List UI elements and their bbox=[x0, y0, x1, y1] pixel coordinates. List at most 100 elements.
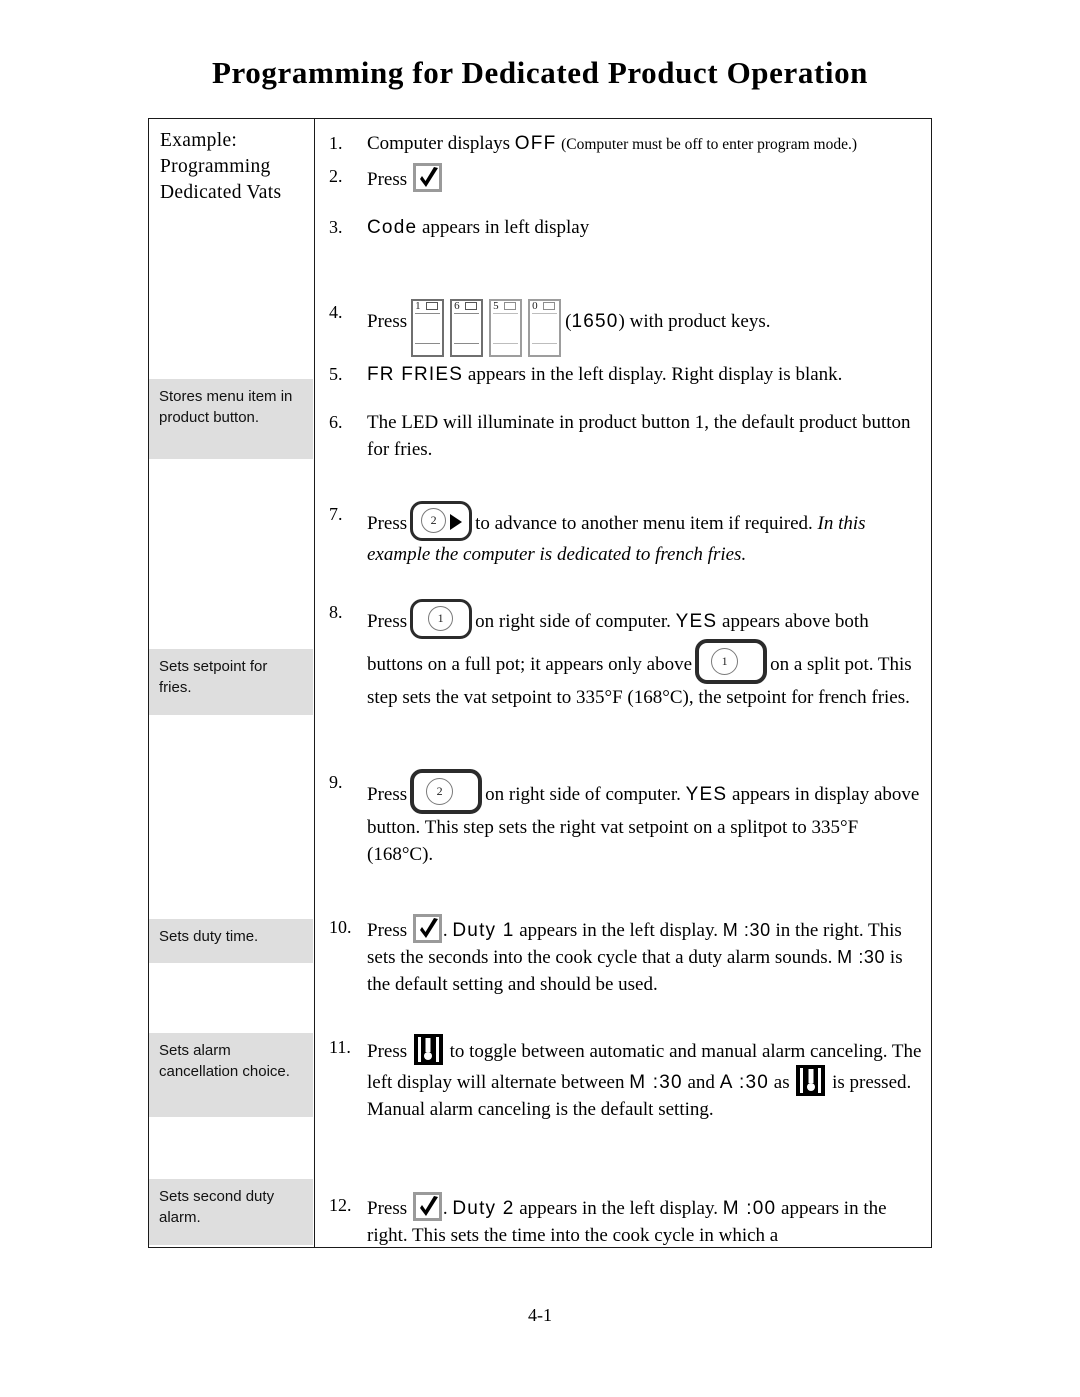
button-digit: 2 bbox=[421, 508, 447, 533]
step-10-text-b: . bbox=[442, 920, 448, 941]
step-5-body: FR FRIES appears in the left display. Ri… bbox=[367, 361, 929, 388]
step-11-text-c: and bbox=[687, 1072, 715, 1093]
note-stores-menu-item: Stores menu item in product button. bbox=[149, 379, 313, 459]
product-key-6-led bbox=[465, 302, 478, 310]
step-7-body: Press 2 to advance to another menu item … bbox=[367, 501, 927, 568]
checkmark-button-icon[interactable] bbox=[412, 163, 442, 192]
product-key-1[interactable]: 1 bbox=[411, 299, 445, 357]
step-3-number: 3. bbox=[329, 217, 343, 237]
menu-advance-button-2-icon[interactable]: 2 bbox=[410, 501, 473, 541]
step-2: 2. Press bbox=[329, 163, 929, 193]
product-key-1-divider bbox=[415, 313, 441, 315]
step-1: 1. Computer displays OFF (Computer must … bbox=[329, 130, 919, 158]
step-12: 12. Press . Duty 2 appears in the left d… bbox=[329, 1192, 929, 1249]
step-8: 8. Press 1 on right side of computer. YE… bbox=[329, 599, 929, 711]
step-12-display-duty-2: Duty 2 bbox=[452, 1198, 515, 1219]
step-2-body: Press bbox=[367, 163, 929, 193]
page-title: Programming for Dedicated Product Operat… bbox=[211, 55, 869, 90]
product-key-1-label: 1 bbox=[415, 300, 421, 312]
step-10-display-m30-default: M :30 bbox=[837, 947, 886, 967]
step-2-number: 2. bbox=[329, 166, 343, 186]
step-3-display-code: Code bbox=[367, 217, 418, 238]
step-5-number: 5. bbox=[329, 364, 343, 384]
step-7: 7. Press 2 to advance to another menu it… bbox=[329, 501, 927, 568]
alarm-icon-dot bbox=[424, 1052, 433, 1060]
alarm-icon-dot bbox=[806, 1083, 815, 1091]
product-key-6-divider-2 bbox=[454, 342, 480, 344]
note-sets-setpoint: Sets setpoint for fries. bbox=[149, 649, 313, 715]
product-key-5-led bbox=[504, 302, 517, 310]
check-glyph bbox=[419, 1196, 438, 1216]
alarm-icon-right-slot bbox=[818, 1068, 822, 1093]
check-glyph bbox=[419, 918, 438, 938]
step-8-text-b: on right side of computer. bbox=[475, 611, 671, 632]
product-key-5-label: 5 bbox=[493, 300, 499, 312]
product-key-5[interactable]: 5 bbox=[489, 299, 523, 357]
step-11-display-m30: M :30 bbox=[629, 1072, 683, 1093]
product-key-1-divider-2 bbox=[415, 342, 441, 344]
alarm-icon-bar bbox=[425, 1038, 431, 1052]
step-5-display-fr-fries: FR FRIES bbox=[367, 364, 464, 385]
check-glyph bbox=[419, 167, 438, 187]
step-11-display-a30: A :30 bbox=[719, 1072, 770, 1093]
step-9-text-a: Press bbox=[367, 784, 408, 805]
step-6-number: 6. bbox=[329, 412, 343, 432]
step-1-display-off: OFF bbox=[514, 133, 557, 154]
step-4-code-close: ) bbox=[618, 311, 625, 332]
step-3-body: Code appears in left display bbox=[367, 214, 929, 241]
step-10-body: Press . Duty 1 appears in the left displ… bbox=[367, 914, 929, 998]
step-9-text-b: on right side of computer. bbox=[485, 784, 681, 805]
vat-button-2-icon[interactable]: 2 bbox=[410, 769, 483, 814]
step-11-number: 11. bbox=[329, 1037, 351, 1057]
product-key-0-led bbox=[543, 302, 556, 310]
step-4-text-a: Press bbox=[367, 311, 408, 332]
step-6: 6. The LED will illuminate in product bu… bbox=[329, 409, 919, 463]
step-1-text-a: Computer displays bbox=[367, 133, 511, 154]
step-11-body: Press to toggle between automatic and ma… bbox=[367, 1034, 929, 1123]
product-key-0-divider-2 bbox=[532, 342, 558, 344]
step-4-number: 4. bbox=[329, 302, 343, 322]
note-sets-second-duty-alarm: Sets second duty alarm. bbox=[149, 1179, 313, 1245]
step-4-body: Press 1 6 5 0 (1650) with product keys. bbox=[367, 299, 929, 357]
step-7-number: 7. bbox=[329, 504, 343, 524]
product-key-0[interactable]: 0 bbox=[528, 299, 562, 357]
step-2-text-a: Press bbox=[367, 169, 408, 190]
instruction-table: Example: Programming Dedicated Vats Stor… bbox=[148, 118, 932, 1248]
step-8-display-yes: YES bbox=[675, 611, 718, 632]
step-10-display-duty-1: Duty 1 bbox=[452, 920, 515, 941]
step-12-text-c: appears in the left display. bbox=[519, 1198, 718, 1219]
step-9: 9. Press 2 on right side of computer. YE… bbox=[329, 769, 929, 868]
product-key-6-label: 6 bbox=[454, 300, 460, 312]
step-5: 5. FR FRIES appears in the left display.… bbox=[329, 361, 929, 388]
step-12-text-b: . bbox=[442, 1198, 448, 1219]
page-number: 4-1 bbox=[528, 1305, 552, 1325]
step-7-text-b: to advance to another menu item if requi… bbox=[475, 513, 813, 534]
step-4-text-b: with product keys. bbox=[629, 311, 771, 332]
product-key-5-divider-2 bbox=[493, 342, 519, 344]
alarm-toggle-icon[interactable] bbox=[796, 1065, 826, 1096]
step-9-body: Press 2 on right side of computer. YES a… bbox=[367, 769, 929, 868]
annotation-column: Example: Programming Dedicated Vats Stor… bbox=[149, 119, 315, 1247]
button-digit: 1 bbox=[428, 606, 454, 631]
alarm-icon-bar bbox=[808, 1069, 814, 1083]
alarm-toggle-icon[interactable] bbox=[413, 1034, 443, 1065]
step-9-number: 9. bbox=[329, 772, 343, 792]
step-4: 4. Press 1 6 5 0 (1650) with product key… bbox=[329, 299, 929, 357]
checkmark-button-icon[interactable] bbox=[412, 1192, 442, 1221]
step-11: 11. Press to toggle between automatic an… bbox=[329, 1034, 929, 1123]
vat-button-1-icon[interactable]: 1 bbox=[410, 599, 473, 639]
step-12-text-a: Press bbox=[367, 1198, 408, 1219]
steps-column: 1. Computer displays OFF (Computer must … bbox=[315, 119, 931, 1247]
button-digit: 2 bbox=[426, 778, 454, 805]
step-4-code: 1650 bbox=[571, 311, 619, 332]
vat-button-1-split-icon[interactable]: 1 bbox=[695, 639, 768, 684]
checkmark-button-icon[interactable] bbox=[412, 914, 442, 943]
example-heading: Example: Programming Dedicated Vats bbox=[160, 130, 282, 203]
product-key-0-label: 0 bbox=[532, 300, 538, 312]
step-8-number: 8. bbox=[329, 602, 343, 622]
step-1-parenthetical: (Computer must be off to enter program m… bbox=[561, 136, 857, 153]
alarm-icon-left-slot bbox=[417, 1037, 421, 1062]
step-1-body: Computer displays OFF (Computer must be … bbox=[367, 130, 919, 158]
product-key-6[interactable]: 6 bbox=[450, 299, 484, 357]
right-arrow-icon bbox=[450, 514, 463, 530]
